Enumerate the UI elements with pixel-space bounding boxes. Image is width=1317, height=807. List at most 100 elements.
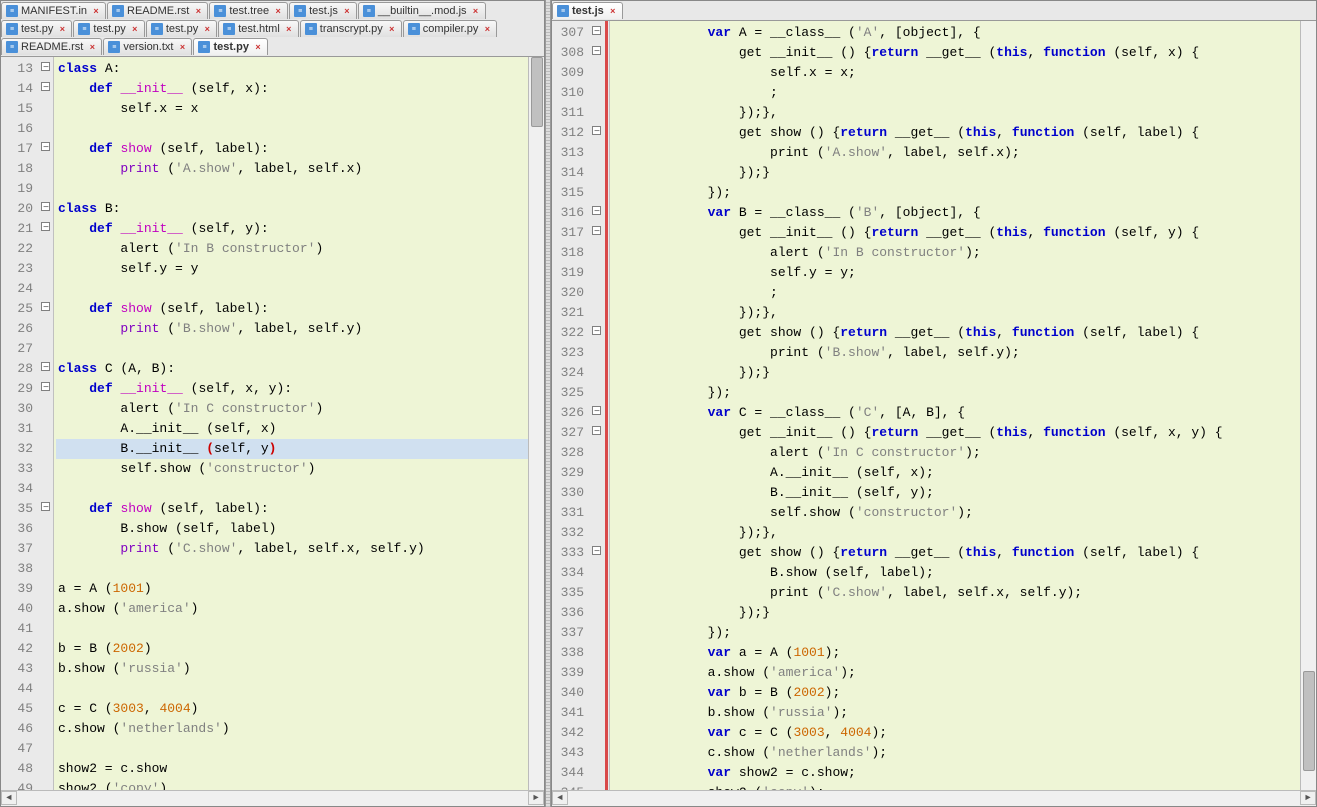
code-line[interactable]: self.x = x; [612, 63, 1300, 83]
fold-icon[interactable] [41, 382, 50, 391]
left-vscrollbar[interactable] [528, 57, 544, 790]
code-line[interactable]: }); [612, 383, 1300, 403]
code-line[interactable]: var B = __class__ ('B', [object], { [612, 203, 1300, 223]
code-line[interactable] [56, 559, 528, 579]
close-icon[interactable]: × [253, 42, 263, 52]
code-line[interactable]: def __init__ (self, x, y): [56, 379, 528, 399]
fold-icon[interactable] [41, 142, 50, 151]
file-tab[interactable]: ≡README.rst× [107, 2, 208, 19]
file-tab[interactable]: ≡README.rst× [1, 38, 102, 55]
code-line[interactable]: print ('B.show', label, self.y) [56, 319, 528, 339]
fold-icon[interactable] [41, 82, 50, 91]
fold-icon[interactable] [592, 46, 601, 55]
fold-icon[interactable] [41, 62, 50, 71]
close-icon[interactable]: × [193, 6, 203, 16]
file-tab[interactable]: ≡test.py× [146, 20, 217, 37]
code-line[interactable]: a = A (1001) [56, 579, 528, 599]
code-line[interactable]: });}, [612, 103, 1300, 123]
close-icon[interactable]: × [387, 24, 397, 34]
code-line[interactable]: print ('C.show', label, self.x, self.y); [612, 583, 1300, 603]
code-line[interactable]: self.x = x [56, 99, 528, 119]
close-icon[interactable]: × [130, 24, 140, 34]
fold-icon[interactable] [592, 26, 601, 35]
code-line[interactable]: get show () {return __get__ (this, funct… [612, 123, 1300, 143]
code-line[interactable]: self.show ('constructor') [56, 459, 528, 479]
close-icon[interactable]: × [284, 24, 294, 34]
code-line[interactable]: a.show ('america') [56, 599, 528, 619]
code-line[interactable]: class C (A, B): [56, 359, 528, 379]
code-line[interactable]: get show () {return __get__ (this, funct… [612, 323, 1300, 343]
fold-icon[interactable] [592, 126, 601, 135]
left-editor[interactable]: 1314151617181920212223242526272829303132… [1, 57, 544, 790]
code-line[interactable]: self.y = y; [612, 263, 1300, 283]
close-icon[interactable]: × [342, 6, 352, 16]
code-line[interactable]: });}, [612, 303, 1300, 323]
right-editor[interactable]: 3073083093103113123133143153163173183193… [552, 21, 1316, 790]
close-icon[interactable]: × [202, 24, 212, 34]
code-line[interactable]: get __init__ () {return __get__ (this, f… [612, 423, 1300, 443]
code-line[interactable]: ; [612, 83, 1300, 103]
fold-icon[interactable] [592, 206, 601, 215]
code-line[interactable]: print ('C.show', label, self.x, self.y) [56, 539, 528, 559]
file-tab[interactable]: ≡test.tree× [209, 2, 288, 19]
file-tab[interactable]: ≡test.py× [1, 20, 72, 37]
code-line[interactable]: var A = __class__ ('A', [object], { [612, 23, 1300, 43]
code-line[interactable]: def show (self, label): [56, 499, 528, 519]
scroll-thumb[interactable] [1303, 671, 1315, 771]
scroll-track[interactable] [17, 791, 528, 806]
code-line[interactable]: alert ('In C constructor'); [612, 443, 1300, 463]
code-line[interactable]: a.show ('america'); [612, 663, 1300, 683]
code-line[interactable]: });} [612, 603, 1300, 623]
code-line[interactable] [56, 739, 528, 759]
code-line[interactable]: def __init__ (self, x): [56, 79, 528, 99]
scroll-left-icon[interactable]: ◄ [552, 791, 568, 805]
code-line[interactable]: show2 ('copy'); [612, 783, 1300, 790]
code-line[interactable]: b.show ('russia') [56, 659, 528, 679]
fold-icon[interactable] [41, 302, 50, 311]
code-line[interactable] [56, 119, 528, 139]
fold-icon[interactable] [41, 502, 50, 511]
code-line[interactable]: });}, [612, 523, 1300, 543]
file-tab[interactable]: ≡test.py× [73, 20, 144, 37]
file-tab[interactable]: ≡transcrypt.py× [300, 20, 402, 37]
fold-icon[interactable] [592, 226, 601, 235]
code-line[interactable]: var a = A (1001); [612, 643, 1300, 663]
fold-icon[interactable] [41, 362, 50, 371]
code-line[interactable]: var c = C (3003, 4004); [612, 723, 1300, 743]
close-icon[interactable]: × [471, 6, 481, 16]
code-line[interactable]: alert ('In C constructor') [56, 399, 528, 419]
code-line[interactable]: print ('B.show', label, self.y); [612, 343, 1300, 363]
file-tab[interactable]: ≡MANIFEST.in× [1, 2, 106, 19]
code-line[interactable]: def show (self, label): [56, 299, 528, 319]
file-tab[interactable]: ≡__builtin__.mod.js× [358, 2, 486, 19]
code-line[interactable]: alert ('In B constructor'); [612, 243, 1300, 263]
code-line[interactable]: class A: [56, 59, 528, 79]
close-icon[interactable]: × [91, 6, 101, 16]
file-tab[interactable]: ≡version.txt× [103, 38, 192, 55]
code-line[interactable] [56, 279, 528, 299]
code-line[interactable]: A.__init__ (self, x); [612, 463, 1300, 483]
code-line[interactable]: b = B (2002) [56, 639, 528, 659]
code-line[interactable]: c = C (3003, 4004) [56, 699, 528, 719]
code-line[interactable]: show2 ('copy') [56, 779, 528, 790]
scroll-track[interactable] [568, 791, 1300, 806]
close-icon[interactable]: × [57, 24, 67, 34]
file-tab[interactable]: ≡test.js× [552, 2, 623, 19]
close-icon[interactable]: × [482, 24, 492, 34]
code-line[interactable]: ; [612, 283, 1300, 303]
scroll-thumb[interactable] [531, 57, 543, 127]
code-line[interactable]: B.__init__ (self, y) [56, 439, 528, 459]
scroll-right-icon[interactable]: ► [528, 791, 544, 805]
fold-icon[interactable] [592, 546, 601, 555]
code-line[interactable] [56, 179, 528, 199]
left-fold-markers[interactable] [39, 57, 53, 790]
code-line[interactable]: c.show ('netherlands'); [612, 743, 1300, 763]
file-tab[interactable]: ≡test.py× [193, 38, 267, 55]
close-icon[interactable]: × [273, 6, 283, 16]
scroll-left-icon[interactable]: ◄ [1, 791, 17, 805]
fold-icon[interactable] [41, 202, 50, 211]
close-icon[interactable]: × [177, 42, 187, 52]
code-line[interactable]: def show (self, label): [56, 139, 528, 159]
code-line[interactable]: def __init__ (self, y): [56, 219, 528, 239]
code-line[interactable]: get show () {return __get__ (this, funct… [612, 543, 1300, 563]
